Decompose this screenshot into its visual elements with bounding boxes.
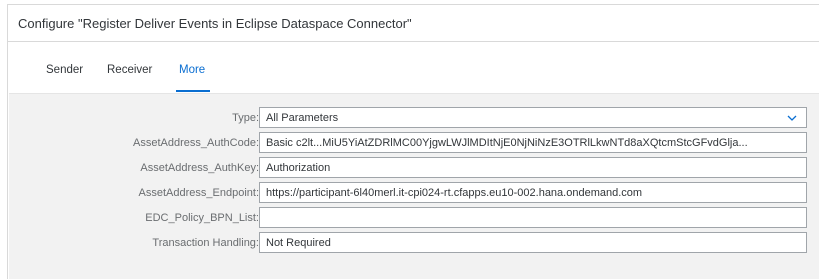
auth-key-input[interactable]: Authorization <box>259 157 807 178</box>
type-row: Type: All Parameters <box>9 107 819 129</box>
auth-key-row: AssetAddress_AuthKey: Authorization <box>9 157 819 179</box>
endpoint-label: AssetAddress_Endpoint: <box>138 187 259 199</box>
auth-code-label: AssetAddress_AuthCode: <box>133 137 259 149</box>
endpoint-row: AssetAddress_Endpoint: https://participa… <box>9 182 819 204</box>
dialog-header: Configure "Register Deliver Events in Ec… <box>8 5 819 42</box>
auth-code-input[interactable]: Basic c2lt...MiU5YiAtZDRlMC00YjgwLWJlMDI… <box>259 132 807 153</box>
tab-sender[interactable]: Sender <box>46 64 83 76</box>
auth-key-label: AssetAddress_AuthKey: <box>140 162 259 174</box>
bpn-list-row: EDC_Policy_BPN_List: <box>9 207 819 229</box>
transaction-handling-row: Transaction Handling: Not Required <box>9 232 819 254</box>
dialog-title: Configure "Register Deliver Events in Ec… <box>18 16 412 31</box>
active-tab-indicator <box>176 90 210 92</box>
transaction-handling-label: Transaction Handling: <box>152 237 259 249</box>
auth-code-row: AssetAddress_AuthCode: Basic c2lt...MiU5… <box>9 132 819 154</box>
chevron-down-icon[interactable] <box>786 112 798 124</box>
transaction-handling-input[interactable]: Not Required <box>259 232 807 253</box>
tab-bar: Sender Receiver More <box>8 61 819 93</box>
endpoint-input[interactable]: https://participant-6l40merl.it-cpi024-r… <box>259 182 807 203</box>
type-selected-value: All Parameters <box>266 112 339 124</box>
tab-more[interactable]: More <box>179 64 205 76</box>
type-label: Type: <box>232 112 259 124</box>
configure-dialog: Configure "Register Deliver Events in Ec… <box>7 4 819 279</box>
type-select[interactable]: All Parameters <box>259 107 807 128</box>
bpn-list-input[interactable] <box>259 207 807 228</box>
bpn-list-label: EDC_Policy_BPN_List: <box>145 212 259 224</box>
tab-receiver[interactable]: Receiver <box>107 64 152 76</box>
parameters-panel: Type: All Parameters AssetAddress_AuthCo… <box>9 93 819 279</box>
